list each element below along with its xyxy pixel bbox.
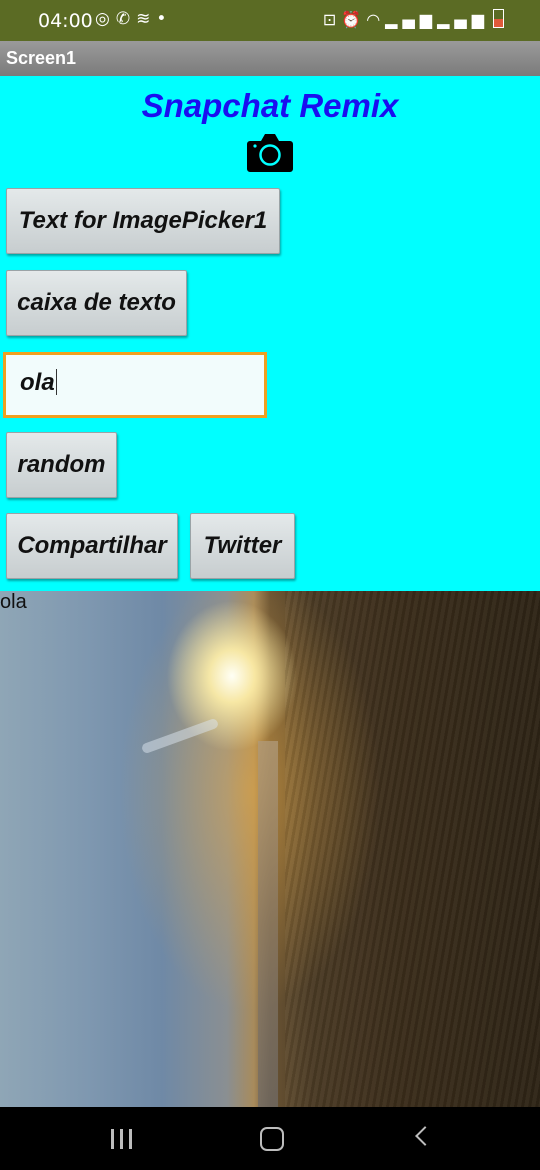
status-bar: 04:00 ◎✆≋• ⊡⏰◠▂▄▆▂▄▆ (0, 0, 540, 41)
status-left-icons: ◎✆≋• (95, 9, 172, 29)
app-content: Snapchat Remix Text for ImagePicker1 cai… (0, 76, 540, 591)
app-title: Snapchat Remix (141, 87, 399, 124)
home-icon[interactable] (260, 1127, 284, 1151)
text-cursor (55, 369, 57, 395)
battery-icon (493, 9, 504, 28)
twitter-button[interactable]: Twitter (190, 513, 295, 579)
share-button[interactable]: Compartilhar (6, 513, 178, 579)
camera-icon[interactable] (246, 131, 294, 173)
navigation-bar (0, 1107, 540, 1170)
screen-title-bar: Screen1 (0, 41, 540, 77)
image-picker-button[interactable]: Text for ImagePicker1 (6, 188, 280, 254)
dot-icon: • (156, 9, 173, 29)
signal-icon: ▂▄▆ (385, 10, 438, 29)
status-right-icons: ⊡⏰◠▂▄▆▂▄▆ (323, 9, 504, 29)
text-box-button[interactable]: caixa de texto (6, 270, 187, 336)
screen-title: Screen1 (6, 48, 77, 68)
random-button[interactable]: random (6, 432, 117, 498)
text-input-value: ola (20, 369, 55, 396)
recent-apps-icon[interactable] (111, 1129, 133, 1149)
alarm-icon: ⏰ (341, 10, 367, 29)
photo-caption: ola (0, 591, 27, 613)
text-input[interactable]: ola (3, 352, 267, 418)
photo-shoreline (258, 741, 278, 1107)
wifi-icon: ◠ (366, 10, 386, 29)
lock-icon: ⊡ (322, 10, 342, 29)
back-icon[interactable] (415, 1126, 435, 1146)
status-time: 04:00 (38, 10, 93, 32)
call-missed-icon: ✆ (115, 9, 137, 29)
photo-cloud (140, 717, 220, 755)
app-notification-icon: ≋ (136, 9, 157, 29)
signal-icon: ▂▄▆ (437, 10, 489, 29)
whatsapp-icon: ◎ (95, 9, 116, 29)
photo-sand-texture (285, 591, 540, 1107)
photo-canvas[interactable]: ola (0, 591, 540, 1107)
